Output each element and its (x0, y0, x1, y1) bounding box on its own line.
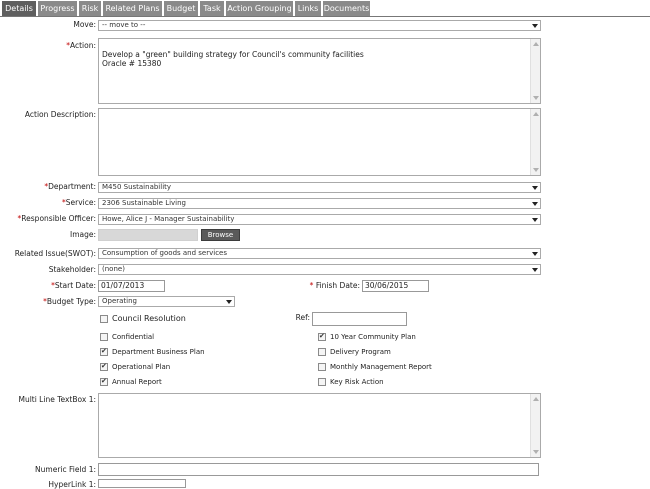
chevron-down-icon (532, 24, 538, 28)
confidential-checkbox[interactable] (100, 333, 108, 341)
tab-details[interactable]: Details (2, 1, 37, 16)
scroll-up-icon (533, 112, 539, 116)
start-date-label: *Start Date: (51, 281, 96, 290)
monthly-management-report-label: Monthly Management Report (330, 363, 432, 371)
multi-line-scrollbar[interactable] (530, 394, 540, 457)
numeric-field-input[interactable] (98, 463, 539, 476)
annual-report-label: Annual Report (112, 378, 162, 386)
action-description-label: Action Description: (24, 110, 96, 119)
monthly-management-report-checkbox[interactable] (318, 363, 326, 371)
action-label: *Action: (66, 41, 96, 50)
scroll-down-icon (533, 168, 539, 172)
operational-plan-label: Operational Plan (112, 363, 171, 371)
hyperlink-input[interactable] (98, 479, 186, 488)
chevron-down-icon (532, 252, 538, 256)
chevron-down-icon (532, 202, 538, 206)
chevron-down-icon (532, 218, 538, 222)
browse-button[interactable]: Browse (201, 229, 240, 241)
related-issue-select[interactable]: Consumption of goods and services (98, 248, 541, 259)
department-business-plan-checkbox[interactable] (100, 347, 108, 356)
responsible-officer-label: *Responsible Officer: (17, 214, 96, 223)
department-business-plan-label: Department Business Plan (112, 348, 205, 356)
move-label: Move: (73, 20, 96, 29)
service-label: *Service: (62, 198, 96, 207)
move-select[interactable]: -- move to -- (98, 20, 541, 31)
chevron-down-icon (532, 268, 538, 272)
key-risk-action-checkbox[interactable] (318, 378, 326, 386)
tab-links[interactable]: Links (295, 1, 322, 16)
action-description-textarea[interactable] (98, 108, 541, 176)
action-scrollbar[interactable] (530, 39, 540, 103)
council-resolution-checkbox[interactable] (100, 315, 108, 323)
scroll-down-icon (533, 450, 539, 454)
ten-year-community-plan-label: 10 Year Community Plan (330, 333, 416, 341)
annual-report-checkbox[interactable] (100, 377, 108, 386)
action-description-scrollbar[interactable] (530, 109, 540, 175)
budget-type-select[interactable]: Operating (98, 296, 235, 307)
ref-input[interactable] (312, 312, 407, 326)
delivery-program-checkbox[interactable] (318, 348, 326, 356)
tab-related-plans[interactable]: Related Plans (103, 1, 163, 16)
stakeholder-select[interactable]: (none) (98, 264, 541, 275)
scroll-down-icon (533, 96, 539, 100)
tab-risk[interactable]: Risk (79, 1, 102, 16)
tab-budget[interactable]: Budget (164, 1, 199, 16)
finish-date-input[interactable]: 30/06/2015 (362, 280, 429, 292)
department-label: *Department: (44, 182, 96, 191)
confidential-label: Confidential (112, 333, 155, 341)
ten-year-community-plan-checkbox[interactable] (318, 332, 326, 341)
chevron-down-icon (226, 300, 232, 304)
numeric-field-label: Numeric Field 1: (35, 465, 96, 474)
multi-line-textbox[interactable] (98, 393, 541, 458)
operational-plan-checkbox[interactable] (100, 362, 108, 371)
related-issue-label: Related Issue(SWOT): (14, 249, 96, 258)
stakeholder-label: Stakeholder: (48, 265, 96, 274)
scroll-up-icon (533, 42, 539, 46)
action-textarea[interactable]: Develop a "green" building strategy for … (98, 38, 541, 104)
delivery-program-label: Delivery Program (330, 348, 391, 356)
key-risk-action-label: Key Risk Action (330, 378, 384, 386)
chevron-down-icon (532, 186, 538, 190)
tab-bar: Details Progress Risk Related Plans Budg… (0, 0, 650, 17)
department-select[interactable]: M450 Sustainability (98, 182, 541, 193)
tab-progress[interactable]: Progress (38, 1, 78, 16)
image-label: Image: (69, 230, 96, 239)
budget-type-label: *Budget Type: (43, 297, 96, 306)
tab-task[interactable]: Task (200, 1, 225, 16)
ref-label: Ref: (295, 313, 310, 322)
tab-documents[interactable]: Documents (323, 1, 371, 16)
service-select[interactable]: 2306 Sustainable Living (98, 198, 541, 209)
image-file-field[interactable] (98, 229, 198, 241)
start-date-input[interactable]: 01/07/2013 (98, 280, 165, 292)
council-resolution-label: Council Resolution (112, 314, 186, 323)
scroll-up-icon (533, 397, 539, 401)
responsible-officer-select[interactable]: Howe, Alice J - Manager Sustainability (98, 214, 541, 225)
finish-date-label: * Finish Date: (309, 281, 360, 290)
multi-line-textbox-label: Multi Line TextBox 1: (18, 395, 96, 404)
tab-action-grouping[interactable]: Action Grouping (226, 1, 294, 16)
